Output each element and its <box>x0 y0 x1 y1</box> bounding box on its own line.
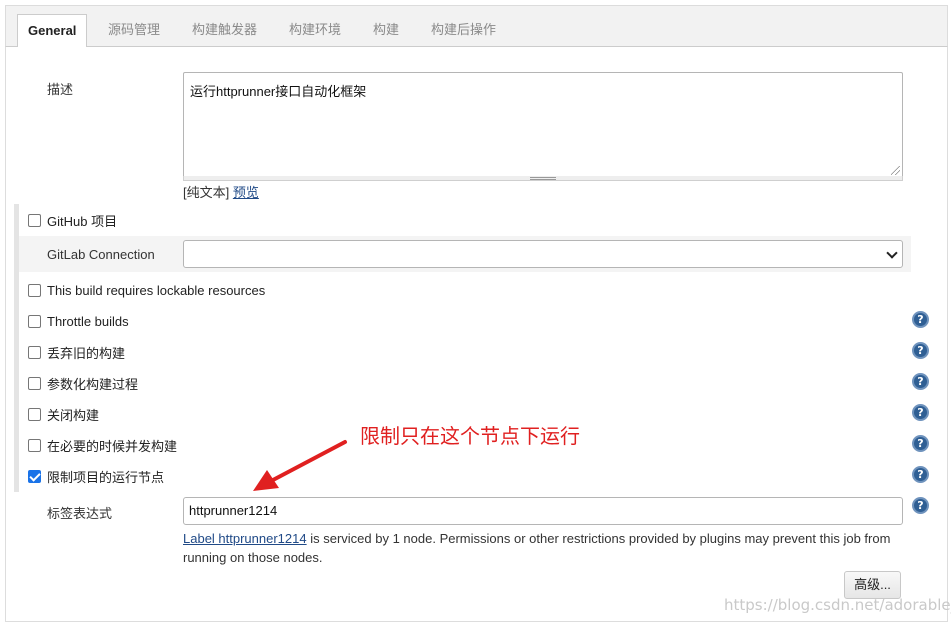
restrict-node-label: 限制项目的运行节点 <box>47 469 165 485</box>
discard-old-builds-help-icon[interactable]: ? <box>912 342 929 359</box>
lockable-resources-checkbox[interactable] <box>28 283 41 297</box>
disable-build-checkbox[interactable] <box>28 407 41 421</box>
gitlab-connection-select[interactable] <box>183 240 903 268</box>
restrict-node-help-icon[interactable]: ? <box>912 466 929 483</box>
description-format-line: [纯文本] 预览 <box>183 182 259 201</box>
label-expression-info: Label httprunner1214 is serviced by 1 no… <box>183 529 898 567</box>
concurrent-build-label: 在必要的时候并发构建 <box>47 438 178 454</box>
resize-handle-icon[interactable] <box>891 166 900 175</box>
tab-general[interactable]: General <box>17 14 88 48</box>
concurrent-build-checkbox[interactable] <box>28 438 41 452</box>
tab-build-environment[interactable]: 构建环境 <box>289 14 341 48</box>
restrict-node-option: 限制项目的运行节点 <box>28 466 164 486</box>
discard-old-builds-checkbox[interactable] <box>28 345 41 359</box>
annotation-arrow-icon <box>253 440 347 491</box>
label-expression-label: 标签表达式 <box>47 506 113 521</box>
throttle-builds-option: Throttle builds <box>28 311 129 331</box>
watermark-text: https://blog.csdn.net/adorable_ <box>724 596 951 614</box>
github-project-checkbox[interactable] <box>28 213 41 227</box>
parameterized-build-help-icon[interactable]: ? <box>912 373 929 390</box>
throttle-builds-checkbox[interactable] <box>28 314 41 328</box>
gitlab-connection-label: GitLab Connection <box>47 247 155 262</box>
concurrent-build-help-icon[interactable]: ? <box>912 435 929 452</box>
discard-old-builds-label: 丢弃旧的构建 <box>47 345 126 361</box>
annotation-text: 限制只在这个节点下运行 <box>360 424 580 448</box>
disable-build-option: 关闭构建 <box>28 404 99 424</box>
lockable-resources-label: This build requires lockable resources <box>47 282 266 298</box>
description-label: 描述 <box>47 82 74 97</box>
lockable-resources-option: This build requires lockable resources <box>28 280 265 300</box>
tab-source-code-management[interactable]: 源码管理 <box>108 14 160 48</box>
grip-icon <box>530 177 556 180</box>
description-text: 运行httprunner接口自动化框架 <box>190 84 367 99</box>
throttle-builds-help-icon[interactable]: ? <box>912 311 929 328</box>
disable-build-label: 关闭构建 <box>47 407 100 423</box>
preview-link[interactable]: 预览 <box>233 185 259 200</box>
tab-post-build-actions[interactable]: 构建后操作 <box>431 14 496 48</box>
disable-build-help-icon[interactable]: ? <box>912 404 929 421</box>
config-tab-bar: General 源码管理 构建触发器 构建环境 构建 构建后操作 <box>5 5 948 48</box>
restrict-node-checkbox[interactable] <box>28 469 41 483</box>
concurrent-build-option: 在必要的时候并发构建 <box>28 435 177 455</box>
description-textarea[interactable]: 运行httprunner接口自动化框架 <box>183 72 903 178</box>
plain-text-label: [纯文本] <box>183 185 230 200</box>
discard-old-builds-option: 丢弃旧的构建 <box>28 342 125 362</box>
parameterized-build-option: 参数化构建过程 <box>28 373 138 393</box>
label-expression-help-icon[interactable]: ? <box>912 497 929 514</box>
github-project-option: GitHub 项目 <box>28 210 117 230</box>
tab-build-triggers[interactable]: 构建触发器 <box>192 14 257 48</box>
chevron-down-icon <box>886 247 898 259</box>
label-expression-input[interactable]: httprunner1214 <box>183 497 903 525</box>
advanced-button[interactable]: 高级... <box>844 571 901 599</box>
parameterized-build-checkbox[interactable] <box>28 376 41 390</box>
throttle-builds-label: Throttle builds <box>47 313 129 329</box>
label-link[interactable]: Label httprunner1214 <box>183 531 307 546</box>
tab-build[interactable]: 构建 <box>373 14 399 48</box>
textarea-drag-bar[interactable] <box>183 176 903 181</box>
parameterized-build-label: 参数化构建过程 <box>47 376 139 392</box>
github-project-label: GitHub 项目 <box>47 213 118 229</box>
